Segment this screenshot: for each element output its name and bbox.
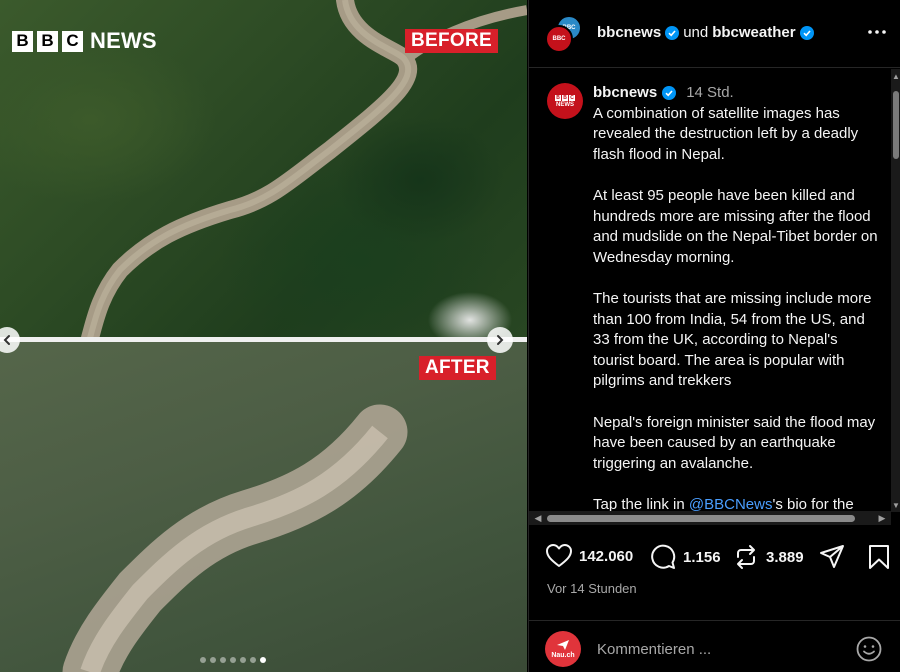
verified-badge-icon bbox=[665, 25, 680, 40]
chevron-right-icon bbox=[497, 335, 504, 345]
like-count: 142.060 bbox=[579, 547, 634, 565]
user-avatar[interactable]: Nau.ch bbox=[545, 631, 581, 667]
avatar-label: Nau.ch bbox=[551, 652, 575, 659]
scrollbar-thumb[interactable] bbox=[893, 91, 899, 159]
username-link[interactable]: bbcweather bbox=[712, 24, 795, 41]
caption-paragraph: Nepal's foreign minister said the flood … bbox=[593, 413, 876, 472]
carousel-dot bbox=[260, 657, 266, 663]
verified-badge-icon bbox=[662, 86, 677, 101]
repost-count: 3.889 bbox=[766, 548, 804, 566]
bbc-news-logo: B B C NEWS bbox=[12, 28, 157, 54]
more-options-button[interactable] bbox=[867, 22, 887, 46]
bbcnews-avatar[interactable]: BBC NEWS bbox=[547, 83, 583, 119]
caption-paragraph-last: Tap the link in @BBCNews's bio for the bbox=[593, 495, 878, 511]
repost-button[interactable]: 3.889 bbox=[733, 544, 804, 570]
chevron-left-icon bbox=[3, 335, 10, 345]
mention-link[interactable]: @BBCNews bbox=[689, 496, 773, 511]
bbcnews-avatar: BBC bbox=[545, 25, 573, 53]
caption-paragraph: A combination of satellite images has re… bbox=[593, 104, 859, 163]
comment-input[interactable] bbox=[597, 638, 827, 660]
logo-letter: C bbox=[62, 30, 83, 52]
comment-icon bbox=[651, 544, 676, 569]
river-after bbox=[62, 404, 408, 672]
after-satellite-image bbox=[0, 342, 527, 672]
caption-text: 's bio for the bbox=[772, 495, 854, 511]
username-link[interactable]: bbcnews bbox=[597, 24, 661, 41]
scroll-down-icon[interactable]: ▼ bbox=[891, 500, 900, 510]
carousel-dot bbox=[220, 657, 226, 663]
carousel-dot bbox=[250, 657, 256, 663]
caption-paragraph: At least 95 people have been killed and … bbox=[593, 186, 878, 266]
logo-letter: B bbox=[12, 30, 33, 52]
caption-text: Tap the link in bbox=[593, 495, 689, 511]
post-caption: bbcnews 14 Std. A combination of satelli… bbox=[593, 83, 878, 511]
post-media[interactable]: B B C NEWS BEFORE AFTER bbox=[0, 0, 527, 672]
comment-composer: Nau.ch bbox=[529, 620, 900, 672]
carousel-indicator bbox=[200, 657, 266, 663]
post-sidebar: BBC BBC bbcnews und bbcweather BBC NEWS bbox=[528, 0, 900, 672]
send-icon bbox=[820, 545, 844, 568]
emoji-button[interactable] bbox=[856, 636, 882, 667]
scrollbar-thumb[interactable] bbox=[547, 515, 855, 522]
carousel-next-button[interactable] bbox=[487, 327, 513, 353]
comment-count: 1.156 bbox=[683, 548, 721, 566]
share-button[interactable] bbox=[819, 544, 845, 570]
carousel-dot bbox=[240, 657, 246, 663]
caption-paragraph: The tourists that are missing include mo… bbox=[593, 289, 872, 390]
post-header: BBC BBC bbcnews und bbcweather bbox=[529, 0, 900, 68]
logo-text: NEWS bbox=[90, 28, 157, 53]
save-button[interactable] bbox=[868, 544, 890, 570]
post-actions: 142.060 1.156 3.889 bbox=[529, 538, 900, 578]
scroll-up-icon[interactable]: ▲ bbox=[891, 71, 900, 81]
emoji-smiley-icon bbox=[856, 636, 882, 662]
conjunction-text: und bbox=[683, 24, 709, 41]
carousel-dot bbox=[230, 657, 236, 663]
comparison-divider bbox=[0, 337, 527, 342]
collab-avatars[interactable]: BBC BBC bbox=[545, 15, 585, 55]
scroll-left-icon[interactable]: ◀ bbox=[533, 513, 543, 523]
verified-badge-icon bbox=[799, 25, 814, 40]
vertical-scrollbar[interactable]: ▲ ▼ bbox=[891, 69, 900, 512]
scroll-right-icon[interactable]: ▶ bbox=[877, 513, 887, 523]
repost-icon bbox=[737, 545, 755, 569]
before-label: BEFORE bbox=[405, 29, 498, 53]
carousel-dot bbox=[210, 657, 216, 663]
post-time-ago[interactable]: Vor 14 Stunden bbox=[547, 581, 637, 596]
heart-icon bbox=[546, 544, 572, 567]
horizontal-scrollbar[interactable]: ◀ ▶ bbox=[529, 511, 891, 525]
after-label: AFTER bbox=[419, 356, 496, 380]
like-button[interactable]: 142.060 bbox=[546, 544, 633, 568]
comment-button[interactable]: 1.156 bbox=[650, 544, 721, 570]
paper-plane-icon bbox=[557, 640, 569, 650]
username-link[interactable]: bbcnews bbox=[593, 83, 657, 104]
logo-letter: B bbox=[37, 30, 58, 52]
post-timestamp[interactable]: 14 Std. bbox=[686, 83, 734, 104]
bookmark-icon bbox=[869, 545, 889, 569]
carousel-dot bbox=[200, 657, 206, 663]
caption-scroll-area[interactable]: BBC NEWS bbcnews 14 Std. A combination o… bbox=[529, 69, 891, 511]
more-horizontal-icon bbox=[868, 30, 886, 34]
collab-names: bbcnews und bbcweather bbox=[597, 24, 814, 41]
